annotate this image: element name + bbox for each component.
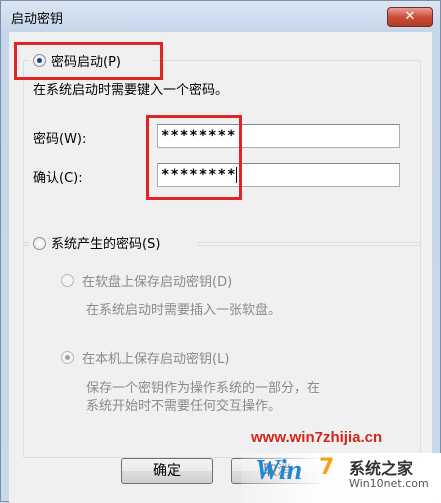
floppy-radio[interactable] — [61, 274, 74, 287]
watermark-url: www.win7zhijia.cn — [251, 429, 383, 446]
confirm-label: 确认(C): — [33, 171, 83, 186]
local-description-line2: 系统开始时不需要任何交互操作。 — [86, 399, 282, 414]
window-title: 启动密钥 — [11, 12, 64, 27]
local-radio[interactable] — [61, 351, 74, 364]
password-label: 密码(W): — [33, 132, 87, 147]
watermark-site-domain: Win10net.com — [349, 477, 429, 490]
close-button[interactable]: ✕ — [387, 7, 433, 27]
startup-key-dialog: 启动密钥 ✕ 密码启动(P) 在系统启动时需要键入一个密码。 密码(W): **… — [0, 0, 441, 503]
floppy-description: 在系统启动时需要插入一张软盘。 — [86, 303, 282, 318]
watermark-site-name: 系统之家 — [349, 459, 414, 478]
password-startup-description: 在系统启动时需要键入一个密码。 — [33, 83, 229, 98]
watermark-logo-text: Win — [255, 455, 303, 486]
highlight-box-radio — [14, 42, 163, 80]
highlight-box-fields — [146, 115, 242, 200]
ok-button[interactable]: 确定 — [121, 458, 213, 484]
system-generated-label[interactable]: 系统产生的密码(S) — [51, 233, 160, 252]
title-bar: 启动密钥 ✕ — [1, 1, 440, 31]
local-description-line1: 保存一个密钥作为操作系统的一部分，在 — [86, 381, 321, 396]
local-label[interactable]: 在本机上保存启动密钥(L) — [82, 348, 229, 367]
close-icon: ✕ — [404, 9, 416, 24]
system-generated-radio[interactable] — [33, 237, 46, 250]
floppy-label[interactable]: 在软盘上保存启动密钥(D) — [82, 271, 232, 290]
site-watermark: www.win7zhijia.cn Win 7 系统之家 Win10net.co… — [241, 425, 441, 503]
watermark-logo-digit: 7 — [319, 455, 335, 480]
